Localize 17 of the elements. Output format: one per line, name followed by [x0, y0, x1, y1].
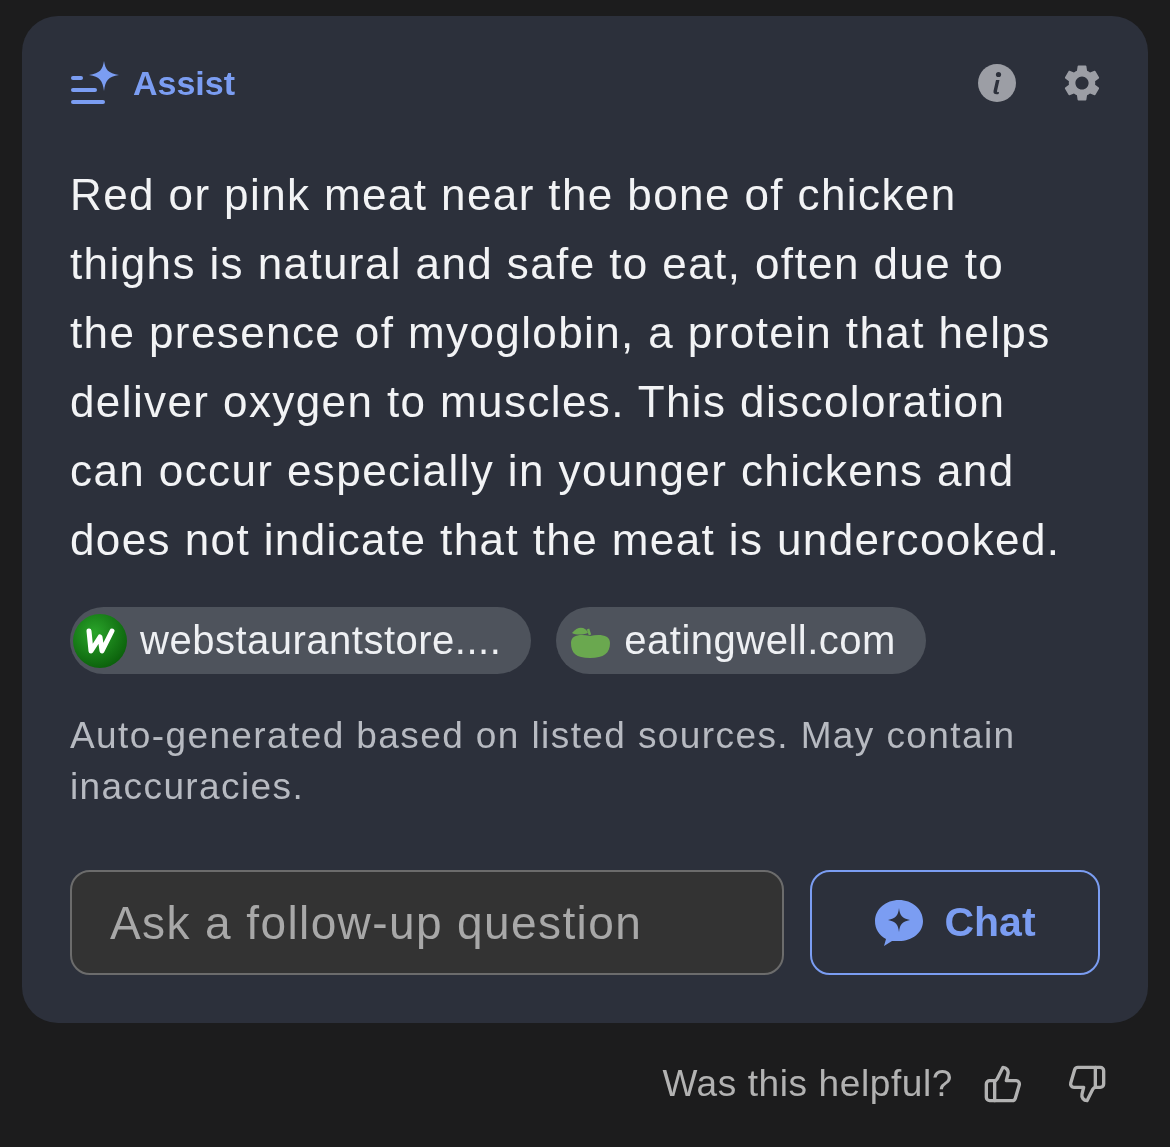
- chat-button[interactable]: Chat: [810, 870, 1100, 975]
- source-chip[interactable]: webstaurantstore....: [70, 607, 532, 674]
- sparkle-lines-icon: [70, 61, 120, 105]
- info-icon: [978, 64, 1016, 102]
- w-logo-icon: [72, 612, 128, 669]
- thumbs-down-button[interactable]: [1067, 1064, 1107, 1104]
- source-chip[interactable]: eatingwell.com: [556, 607, 926, 674]
- answer-text: Red or pink meat near the bone of chicken thighs is natural and safe to eat, often due to the presence of myoglobin, a protein that helps deliver oxygen to muscles. This discoloration can occur especially in younger chickens and does not indicate that the meat is undercooked.: [70, 169, 1062, 566]
- assist-title: Assist: [133, 63, 236, 103]
- helpful-prompt: Was this helpful?: [662, 1063, 953, 1105]
- thumbs-up-button[interactable]: [983, 1064, 1023, 1104]
- thumbs-down-icon: [1067, 1064, 1107, 1104]
- follow-up-input[interactable]: Ask a follow-up question: [70, 870, 784, 975]
- info-button[interactable]: [978, 64, 1016, 102]
- thumbs-up-icon: [983, 1064, 1023, 1104]
- chat-sparkle-icon: [874, 898, 925, 947]
- disclaimer-text: Auto-generated based on listed sources. May contain inaccuracies.: [70, 714, 1017, 809]
